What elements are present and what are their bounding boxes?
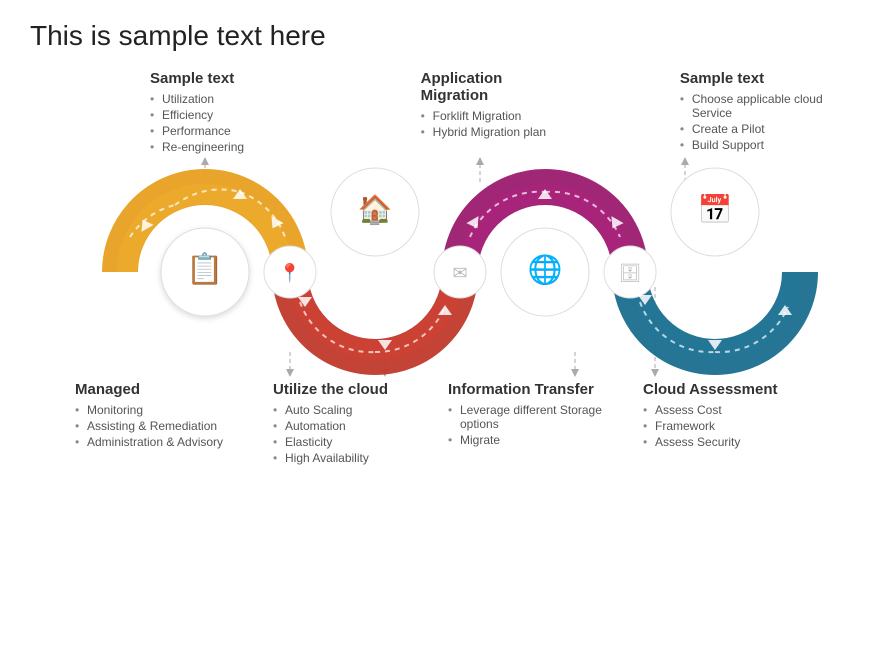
top-label-1-item-3: •Re-engineering [150, 139, 291, 155]
bottom-label-1-item-1: •Assisting & Remediation [75, 418, 263, 434]
bottom-label-4-item-2: •Assess Security [643, 434, 823, 450]
bottom-label-4-item-0: •Assess Cost [643, 402, 823, 418]
svg-text:📋: 📋 [186, 251, 223, 286]
diagram-svg: 📋 🏠 🌐 📅 📍 ✉ 🗄 [30, 157, 840, 377]
top-label-1-title: Sample text [150, 70, 291, 87]
svg-text:🌐: 🌐 [528, 253, 563, 286]
top-label-1-item-1: •Efficiency [150, 107, 291, 123]
page-title: This is sample text here [30, 20, 840, 52]
page: This is sample text here Sample text •Ut… [0, 0, 870, 653]
svg-text:📅: 📅 [698, 193, 733, 225]
top-label-3-title: Sample text [680, 70, 840, 87]
bottom-label-3: Information Transfer •Leverage different… [448, 381, 633, 466]
svg-text:📍: 📍 [279, 262, 301, 283]
top-label-1-item-2: •Performance [150, 123, 291, 139]
top-label-2-item-0: •Forklift Migration [421, 108, 562, 124]
top-label-1: Sample text •Utilization •Efficiency •Pe… [150, 70, 291, 155]
bottom-label-2-item-3: •High Availability [273, 450, 438, 466]
top-label-2: Application Migration •Forklift Migratio… [421, 70, 562, 155]
top-label-3-item-0: •Choose applicable cloud Service [680, 91, 840, 121]
top-label-3-item-2: •Build Support [680, 137, 840, 153]
diagram-area: 📋 🏠 🌐 📅 📍 ✉ 🗄 [30, 157, 840, 377]
bottom-label-2: Utilize the cloud •Auto Scaling •Automat… [273, 381, 438, 466]
svg-text:🏠: 🏠 [358, 194, 393, 226]
top-label-1-item-0: •Utilization [150, 91, 291, 107]
top-label-3: Sample text •Choose applicable cloud Ser… [680, 70, 840, 155]
bottom-label-4-item-1: •Framework [643, 418, 823, 434]
bottom-label-3-title: Information Transfer [448, 381, 633, 398]
bottom-label-3-item-0: •Leverage different Storage options [448, 402, 633, 432]
bottom-label-2-item-0: •Auto Scaling [273, 402, 438, 418]
bottom-label-2-item-1: •Automation [273, 418, 438, 434]
svg-text:✉: ✉ [452, 263, 467, 283]
bottom-label-1-item-0: •Monitoring [75, 402, 263, 418]
bottom-label-2-item-2: •Elasticity [273, 434, 438, 450]
bottom-label-4: Cloud Assessment •Assess Cost •Framework… [643, 381, 823, 466]
bottom-label-4-title: Cloud Assessment [643, 381, 823, 398]
bottom-label-1-title: Managed [75, 381, 263, 398]
bottom-label-1-item-2: •Administration & Advisory [75, 434, 263, 450]
bottom-label-1: Managed •Monitoring •Assisting & Remedia… [75, 381, 263, 466]
top-label-2-item-1: •Hybrid Migration plan [421, 124, 562, 140]
top-label-3-item-1: •Create a Pilot [680, 121, 840, 137]
bottom-label-3-item-1: •Migrate [448, 432, 633, 448]
top-label-2-title: Application Migration [421, 70, 562, 104]
bottom-label-2-title: Utilize the cloud [273, 381, 438, 398]
svg-text:🗄: 🗄 [619, 263, 642, 283]
